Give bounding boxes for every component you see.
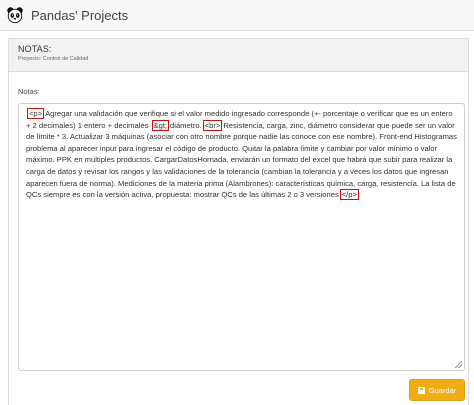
floppy-disk-icon [417, 386, 425, 394]
note-text: Resistencia, carga, zinc, diámetro consi… [26, 120, 457, 200]
top-navbar: Pandas' Projects [0, 0, 474, 31]
save-button[interactable]: Guardar [409, 379, 465, 401]
save-button-label: Guardar [428, 385, 457, 395]
card-header: NOTAS: Proyecto: Control de Calidad [9, 39, 468, 72]
resize-handle[interactable] [455, 361, 462, 368]
highlighted-html-tag: </p> [339, 189, 359, 201]
notes-textarea[interactable]: <p> Agregar una validación que verifique … [18, 103, 465, 371]
card-title: NOTAS: [18, 44, 52, 54]
project-subtitle: Proyecto: Control de Calidad [18, 56, 89, 62]
app-title[interactable]: Pandas' Projects [31, 8, 128, 23]
panda-logo-icon[interactable] [6, 6, 24, 24]
highlighted-html-tag: <br> [202, 119, 223, 131]
notes-card: NOTAS: Proyecto: Control de Calidad Nota… [8, 38, 469, 405]
notes-content[interactable]: <p> Agregar una validación que verifique … [26, 108, 457, 201]
highlighted-html-tag: <p> [27, 108, 45, 119]
notes-label: Notas: [18, 87, 40, 96]
note-text: diámetro. [170, 120, 202, 130]
highlighted-html-tag: &gt; [151, 119, 170, 131]
